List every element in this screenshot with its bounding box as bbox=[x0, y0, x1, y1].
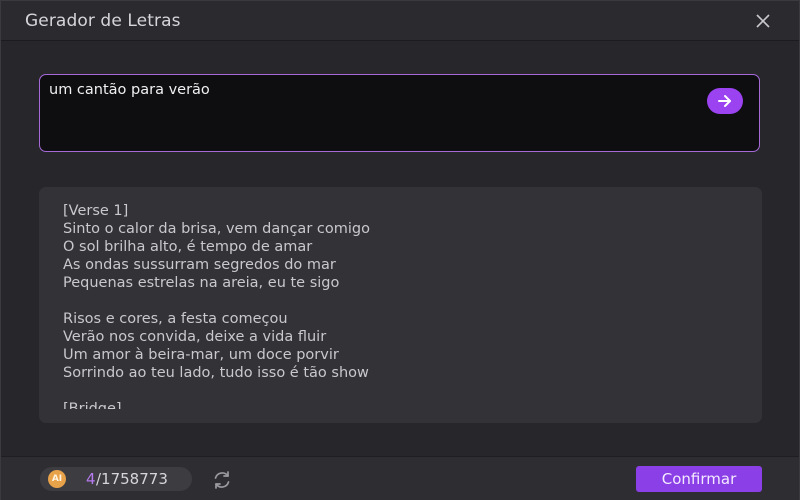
confirm-button[interactable]: Confirmar bbox=[636, 466, 762, 492]
dialog-title: Gerador de Letras bbox=[25, 11, 181, 31]
refresh-icon bbox=[214, 471, 230, 489]
credits-used: 4 bbox=[86, 470, 96, 488]
credits-total: /1758773 bbox=[96, 470, 168, 488]
close-button[interactable] bbox=[753, 11, 773, 31]
ai-coin-icon: AI bbox=[48, 470, 66, 488]
title-bar: Gerador de Letras bbox=[1, 1, 799, 41]
lyrics-generator-dialog: Gerador de Letras [Verse 1] Sinto o calo… bbox=[0, 0, 800, 500]
prompt-input[interactable] bbox=[49, 82, 689, 98]
lyrics-output-panel[interactable]: [Verse 1] Sinto o calor da brisa, vem da… bbox=[39, 187, 762, 423]
arrow-right-icon bbox=[718, 95, 731, 107]
refresh-button[interactable] bbox=[211, 469, 233, 491]
credits-badge: AI 4 /1758773 bbox=[40, 467, 192, 491]
prompt-input-box[interactable] bbox=[39, 74, 760, 152]
lyrics-text: [Verse 1] Sinto o calor da brisa, vem da… bbox=[63, 203, 370, 409]
footer-bar: AI 4 /1758773 Confirmar bbox=[1, 456, 799, 500]
send-button[interactable] bbox=[707, 88, 743, 114]
close-icon bbox=[756, 14, 770, 28]
